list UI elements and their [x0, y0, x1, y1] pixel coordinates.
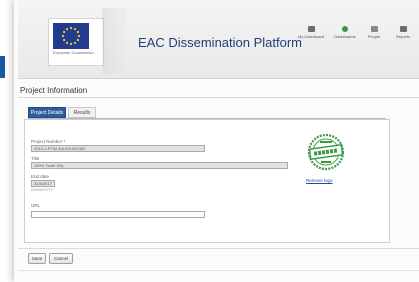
- nav-my-dashboard[interactable]: My Dashboard: [296, 26, 326, 50]
- remove-logo-link[interactable]: Remove logo: [306, 178, 333, 183]
- nav-dashboards[interactable]: Dashboards: [330, 26, 360, 50]
- logo-caption: European Commission: [53, 50, 94, 55]
- footer-divider: [18, 248, 419, 249]
- page-title: Project Information: [20, 86, 88, 95]
- nav-label: People: [367, 34, 381, 39]
- people-icon: [370, 26, 378, 32]
- eu-flag-icon: [53, 23, 89, 49]
- save-button[interactable]: Save: [28, 253, 46, 264]
- url-label: URL: [31, 203, 41, 208]
- tab-project-details[interactable]: Project Details: [28, 107, 66, 118]
- title-label: Title: [31, 156, 40, 161]
- left-accent-bar: [0, 56, 5, 78]
- bottom-divider: [18, 270, 419, 271]
- dashboards-icon: [342, 26, 348, 32]
- app-title: EAC Dissemination Platform: [138, 35, 302, 50]
- end-date-field[interactable]: 31/8/2017: [31, 180, 55, 187]
- nav-label: Reports: [395, 34, 410, 39]
- header-divider: [102, 8, 126, 74]
- ec-logo[interactable]: European Commission: [48, 18, 104, 66]
- tab-results[interactable]: Results: [68, 107, 96, 118]
- nav-people[interactable]: People: [362, 26, 386, 50]
- nav-label: My Dashboard: [297, 34, 324, 39]
- title-field[interactable]: 100% Youth City: [31, 162, 288, 169]
- dashboard-icon: [307, 26, 315, 32]
- title-divider: [18, 97, 419, 98]
- project-number-field[interactable]: 2015-1-PT02-KA105-002302: [31, 145, 205, 152]
- reports-icon: [399, 26, 407, 32]
- nav-label: Dashboards: [334, 34, 356, 39]
- end-date-label: End date: [31, 174, 50, 179]
- url-field[interactable]: [31, 211, 205, 218]
- success-story-stamp-icon: [306, 132, 346, 172]
- project-number-label: Project Number *: [31, 139, 66, 144]
- nav-reports[interactable]: Reports: [388, 26, 418, 50]
- cancel-button[interactable]: Cancel: [49, 253, 73, 264]
- app-header: European Commission EAC Dissemination Pl…: [18, 0, 419, 79]
- top-navigation: My Dashboard Dashboards People Reports: [296, 26, 419, 50]
- end-date-format-hint: DD/MM/YYYY: [31, 188, 54, 192]
